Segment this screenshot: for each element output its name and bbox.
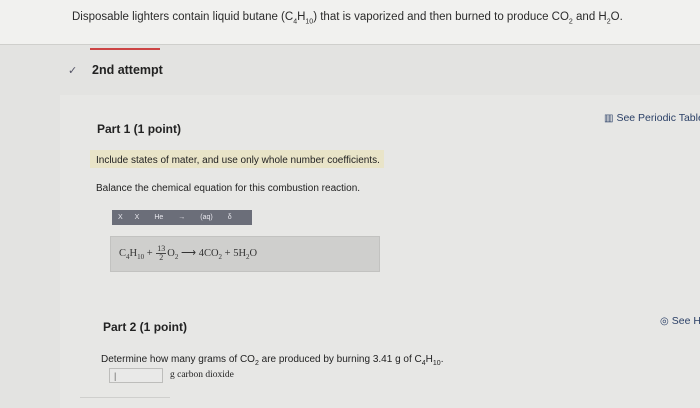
- hint-link[interactable]: ◎ See H: [660, 315, 700, 327]
- arrow-button[interactable]: →: [172, 210, 191, 225]
- subscript-button[interactable]: X: [112, 210, 129, 225]
- equation-input[interactable]: C4H10 + 13 2 O2 ⟶ 4CO2 + 5H2O: [110, 236, 380, 272]
- divider: [80, 397, 170, 398]
- instruction-text: Balance the chemical equation for this c…: [96, 183, 361, 194]
- equation-text: C4H10 + 13 2 O2 ⟶ 4CO2 + 5H2O: [119, 244, 258, 262]
- attempt-label[interactable]: 2nd attempt: [92, 63, 163, 77]
- coefficient-fraction: 13 2: [156, 244, 167, 262]
- answer-unit: g carbon dioxide: [170, 370, 234, 380]
- question-text: Disposable lighters contain liquid butan…: [72, 11, 623, 26]
- question-header: Disposable lighters contain liquid butan…: [0, 0, 700, 45]
- periodic-table-link[interactable]: ▥ See Periodic Table: [604, 112, 700, 124]
- state-button[interactable]: (aq): [191, 210, 221, 225]
- delta-button[interactable]: δ: [222, 210, 238, 225]
- hint-text: Include states of mater, and use only wh…: [96, 155, 380, 166]
- chevron-down-icon[interactable]: ✓: [68, 64, 77, 77]
- lightbulb-icon: ◎: [660, 316, 669, 327]
- element-button[interactable]: He: [145, 210, 172, 225]
- part2-title: Part 2 (1 point): [103, 320, 188, 334]
- part2-question: Determine how many grams of CO2 are prod…: [101, 354, 444, 367]
- answer-field[interactable]: [109, 368, 163, 383]
- part1-title: Part 1 (1 point): [97, 122, 182, 136]
- superscript-button[interactable]: X: [129, 210, 146, 225]
- equation-toolbar: X X He → (aq) δ: [112, 210, 252, 225]
- bar-chart-icon: ▥: [604, 113, 614, 124]
- progress-underline: [90, 48, 160, 50]
